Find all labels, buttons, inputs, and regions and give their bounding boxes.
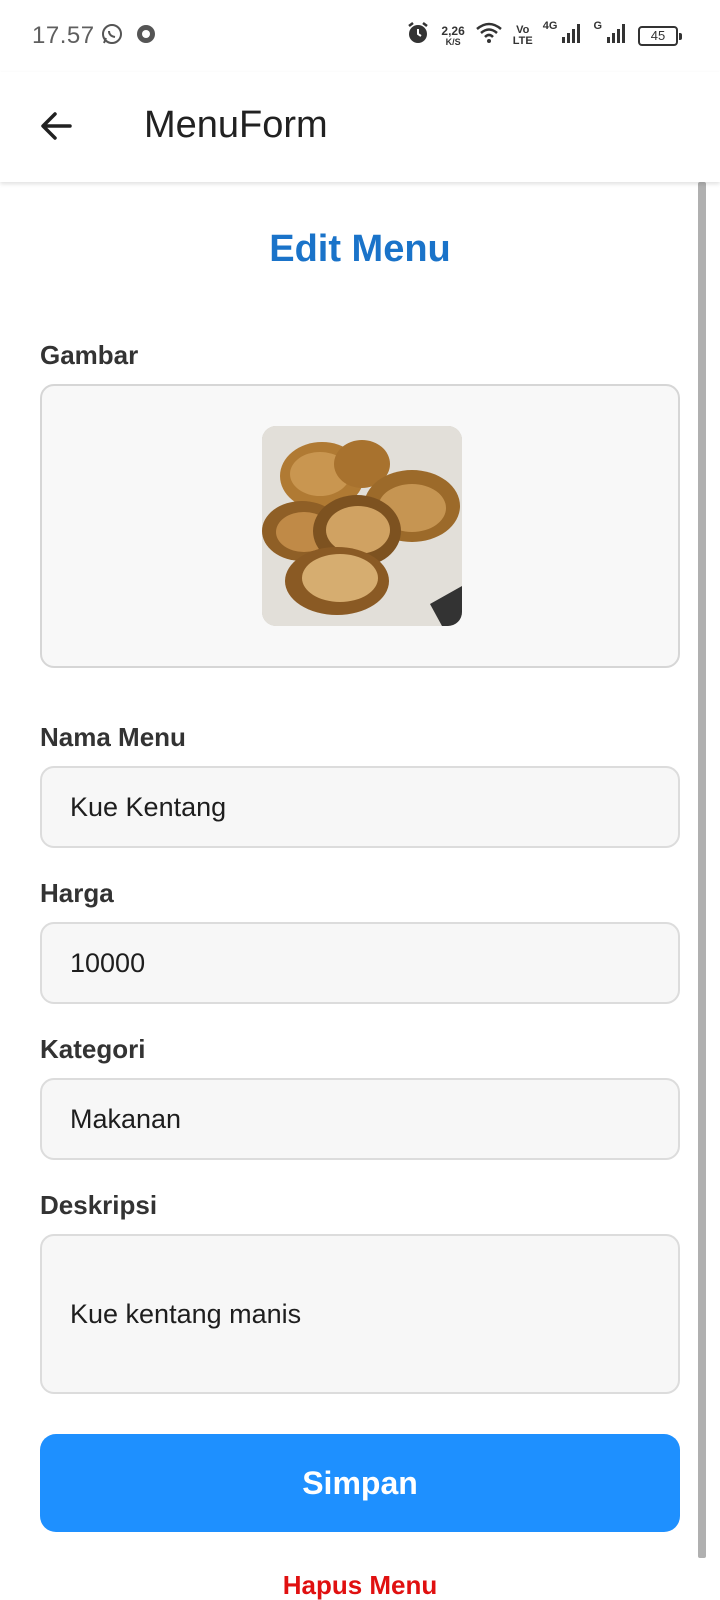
page-heading: Edit Menu [269, 228, 451, 270]
app-bar: MenuForm [0, 72, 720, 182]
signal-icon [606, 22, 628, 49]
scrollbar[interactable] [698, 182, 706, 1558]
record-icon [134, 22, 158, 51]
category-label: Kategori [40, 1034, 146, 1064]
name-label: Nama Menu [40, 722, 186, 752]
back-button[interactable] [30, 102, 82, 154]
description-textarea[interactable]: Kue kentang manis [40, 1234, 680, 1394]
whatsapp-icon [100, 22, 124, 51]
battery-indicator: 45 [638, 25, 682, 46]
price-input[interactable]: 10000 [40, 922, 680, 1004]
name-input[interactable]: Kue Kentang [40, 766, 680, 848]
net-speed: 2,26 K/S [441, 23, 465, 47]
description-label: Deskripsi [40, 1190, 158, 1220]
status-bar: 17.57 2,26 K/S Vo LTE 4G G 45 [0, 0, 720, 72]
image-picker[interactable] [40, 384, 680, 668]
menu-photo [262, 426, 462, 626]
price-label: Harga [40, 878, 114, 908]
sim1-network-label: 4G [542, 20, 558, 32]
signal-icon [561, 22, 583, 49]
app-title: MenuForm [144, 104, 328, 146]
image-label: Gambar [40, 340, 139, 370]
status-time: 17.57 [32, 22, 95, 49]
save-button[interactable]: Simpan [40, 1434, 680, 1532]
alarm-icon [405, 20, 431, 51]
volte-indicator: Vo LTE [512, 23, 533, 47]
status-right-icons: 2,26 K/S Vo LTE 4G G 45 [405, 20, 682, 51]
delete-menu-button[interactable]: Hapus Menu [0, 1570, 720, 1600]
arrow-left-icon [38, 108, 74, 149]
category-input[interactable]: Makanan [40, 1078, 680, 1160]
sim2-network-label: G [593, 20, 602, 32]
status-left-icons [100, 22, 158, 51]
wifi-icon [475, 22, 503, 49]
